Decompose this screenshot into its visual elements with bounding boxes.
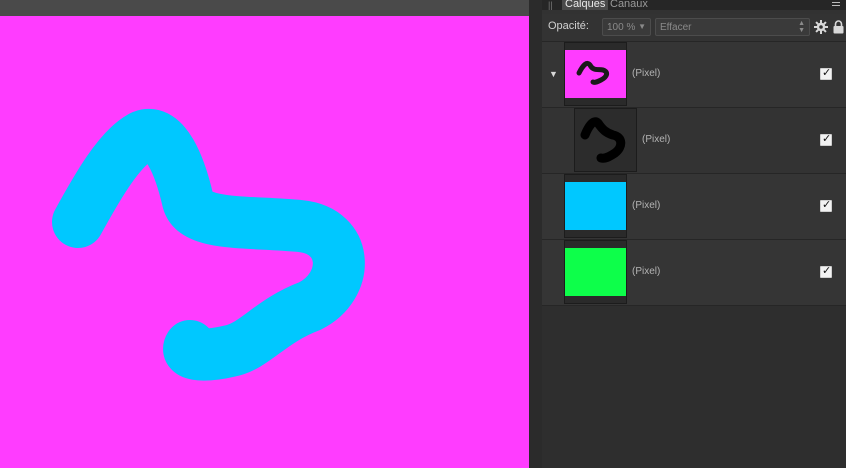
- layer-thumbnail: [564, 42, 627, 106]
- blend-mode-dropdown[interactable]: Effacer ▲ ▼: [655, 18, 810, 36]
- visibility-checkbox[interactable]: ✓: [820, 199, 832, 212]
- chevron-down-icon: ▼: [638, 22, 646, 31]
- opacity-value: 100 %: [607, 22, 636, 33]
- layer-options-bar: Opacité: 100 % ▼ Effacer ▲ ▼: [542, 14, 846, 42]
- tab-canaux[interactable]: Canaux: [607, 0, 651, 10]
- panel-menu-icon[interactable]: [832, 0, 842, 10]
- document-top-strip: [0, 0, 531, 16]
- layer-row-pixel-3[interactable]: (Pixel) ✓: [542, 174, 846, 240]
- layers-panel: || Calques Canaux Opacité: 100 % ▼ Effac…: [542, 0, 846, 468]
- layer-row-pixel-4[interactable]: (Pixel) ✓: [542, 240, 846, 306]
- opacity-dropdown[interactable]: 100 % ▼: [602, 18, 651, 36]
- layers-empty-area[interactable]: [542, 306, 846, 468]
- panel-tab-bar: || Calques Canaux: [542, 0, 846, 10]
- layer-name: (Pixel): [632, 266, 661, 277]
- layer-name: (Pixel): [642, 134, 671, 145]
- panel-grip-icon[interactable]: ||: [548, 0, 554, 10]
- panel-divider[interactable]: [529, 0, 542, 468]
- layer-thumbnail: [574, 108, 637, 172]
- layer-row-pixel-1[interactable]: ▼ (Pixel) ✓: [542, 42, 846, 108]
- blend-mode-value: Effacer: [660, 22, 692, 33]
- layer-thumbnail: [564, 240, 627, 304]
- lock-icon[interactable]: [833, 20, 844, 34]
- document-canvas[interactable]: [0, 16, 529, 468]
- layer-name: (Pixel): [632, 200, 661, 211]
- stepper-arrows-icon: ▲ ▼: [798, 20, 805, 34]
- gear-icon[interactable]: [814, 20, 828, 34]
- triangle-down-icon[interactable]: ▼: [549, 69, 558, 79]
- opacity-label: Opacité:: [548, 20, 589, 32]
- layer-name: (Pixel): [632, 68, 661, 79]
- visibility-checkbox[interactable]: ✓: [820, 67, 832, 80]
- tab-calques[interactable]: Calques: [562, 0, 609, 10]
- layer-thumbnail: [564, 174, 627, 238]
- layer-row-pixel-2[interactable]: (Pixel) ✓: [542, 108, 846, 174]
- visibility-checkbox[interactable]: ✓: [820, 265, 832, 278]
- visibility-checkbox[interactable]: ✓: [820, 133, 832, 146]
